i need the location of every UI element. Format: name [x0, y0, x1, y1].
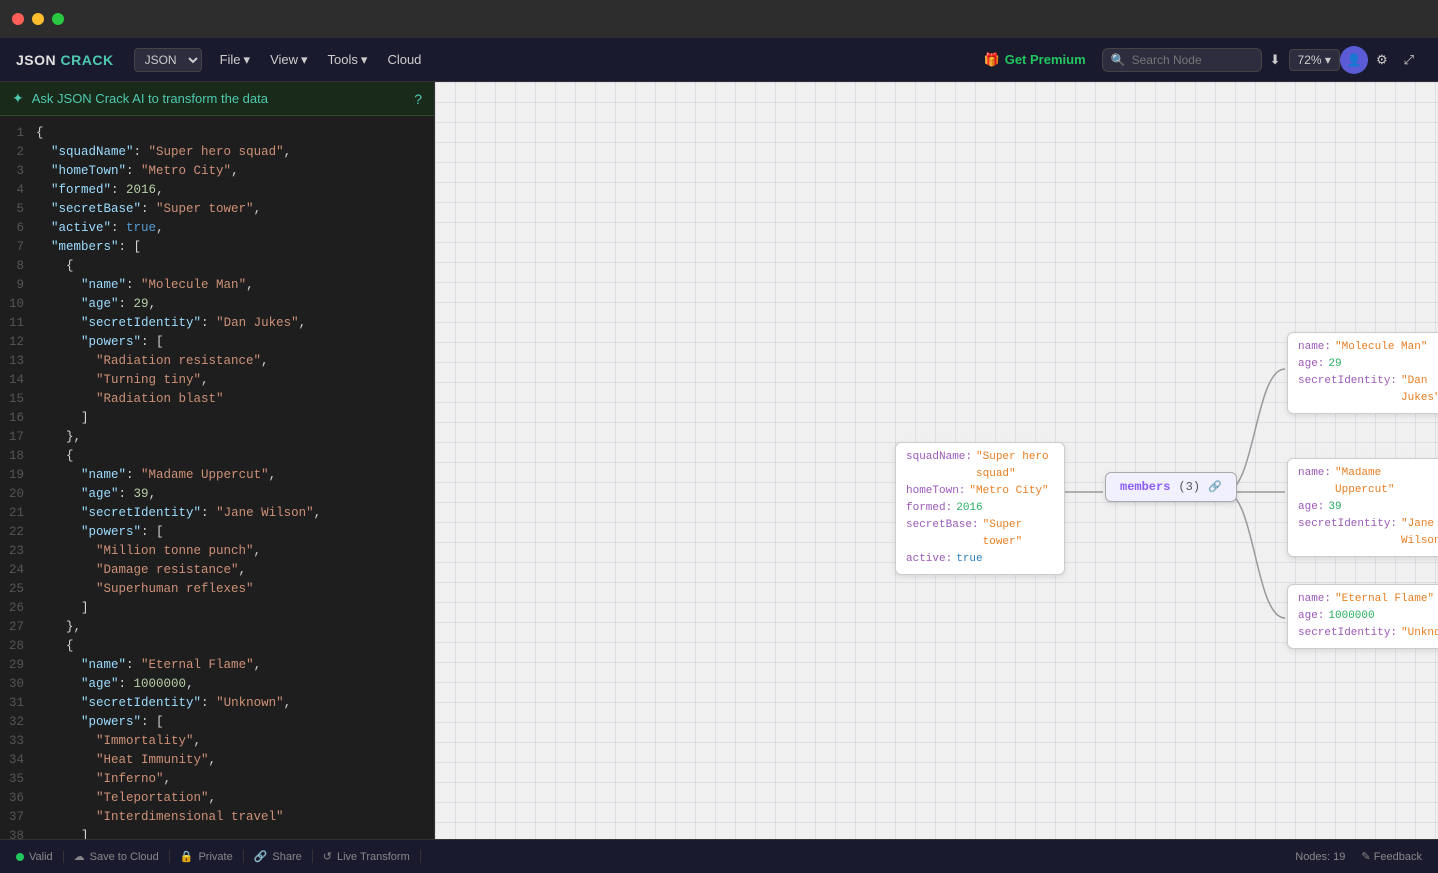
code-line: 30 "age": 1000000, [0, 675, 434, 694]
members-label: members [1120, 480, 1170, 494]
code-line: 31 "secretIdentity": "Unknown", [0, 694, 434, 713]
code-line: 26 ] [0, 599, 434, 618]
code-line: 3 "homeTown": "Metro City", [0, 162, 434, 181]
menubar: JSON CRACK JSON YAML TOML File ▾ View ▾ … [0, 38, 1438, 82]
format-select[interactable]: JSON YAML TOML [134, 48, 202, 72]
members-node[interactable]: members (3) 🔗 [1105, 472, 1237, 502]
live-transform-item[interactable]: ↺ Live Transform [313, 850, 421, 863]
code-line: 19 "name": "Madame Uppercut", [0, 466, 434, 485]
person-node-eternal-flame[interactable]: name: "Eternal Flame" age: 1000000 secre… [1287, 584, 1438, 649]
code-line: 15 "Radiation blast" [0, 390, 434, 409]
code-line: 37 "Interdimensional travel" [0, 808, 434, 827]
ai-help-icon[interactable]: ? [414, 91, 422, 107]
settings-button[interactable]: ⚙ [1368, 48, 1396, 72]
view-menu[interactable]: View ▾ [260, 48, 317, 72]
code-line: 21 "secretIdentity": "Jane Wilson", [0, 504, 434, 523]
code-line: 24 "Damage resistance", [0, 561, 434, 580]
members-link-icon[interactable]: 🔗 [1208, 480, 1222, 494]
valid-dot [16, 853, 24, 861]
ai-bar-text: Ask JSON Crack AI to transform the data [32, 91, 268, 106]
zoom-control[interactable]: 72% ▾ [1289, 49, 1340, 71]
cloud-menu[interactable]: Cloud [377, 48, 431, 71]
root-node[interactable]: squadName: "Super hero squad" homeTown: … [895, 442, 1065, 575]
get-premium-button[interactable]: 🎁 Get Premium [984, 52, 1086, 68]
code-line: 29 "name": "Eternal Flame", [0, 656, 434, 675]
code-line: 8 { [0, 257, 434, 276]
minimize-button[interactable] [32, 13, 44, 25]
code-line: 33 "Immortality", [0, 732, 434, 751]
code-line: 1 { [0, 124, 434, 143]
ai-bar[interactable]: ✦ Ask JSON Crack AI to transform the dat… [0, 82, 434, 116]
code-line: 9 "name": "Molecule Man", [0, 276, 434, 295]
user-avatar[interactable]: 👤 [1340, 46, 1368, 74]
code-line: 28 { [0, 637, 434, 656]
code-line: 34 "Heat Immunity", [0, 751, 434, 770]
tools-menu[interactable]: Tools ▾ [318, 48, 378, 72]
code-line: 20 "age": 39, [0, 485, 434, 504]
code-line: 7 "members": [ [0, 238, 434, 257]
code-line: 14 "Turning tiny", [0, 371, 434, 390]
code-line: 18 { [0, 447, 434, 466]
code-line: 22 "powers": [ [0, 523, 434, 542]
code-line: 17 }, [0, 428, 434, 447]
titlebar [0, 0, 1438, 38]
search-input[interactable] [1132, 53, 1253, 67]
code-line: 11 "secretIdentity": "Dan Jukes", [0, 314, 434, 333]
app-logo: JSON CRACK [16, 52, 114, 68]
search-icon: 🔍 [1111, 53, 1126, 67]
download-button[interactable]: ⬇ [1262, 48, 1289, 72]
members-count: (3) [1178, 480, 1200, 494]
private-item[interactable]: 🔒 Private [170, 850, 244, 863]
share-item[interactable]: 🔗 Share [244, 850, 313, 863]
statusbar: Valid ☁ Save to Cloud 🔒 Private 🔗 Share … [0, 839, 1438, 873]
editor-panel: ✦ Ask JSON Crack AI to transform the dat… [0, 82, 435, 839]
code-editor[interactable]: 1 { 2 "squadName": "Super hero squad", 3… [0, 116, 434, 839]
ai-icon: ✦ [12, 90, 24, 107]
file-menu[interactable]: File ▾ [210, 48, 260, 72]
close-button[interactable] [12, 13, 24, 25]
save-cloud-item[interactable]: ☁ Save to Cloud [64, 850, 170, 863]
valid-status: Valid [16, 851, 64, 863]
code-line: 12 "powers": [ [0, 333, 434, 352]
person-node-molecule-man[interactable]: name: "Molecule Man" age: 29 secretIdent… [1287, 332, 1438, 414]
code-line: 4 "formed": 2016, [0, 181, 434, 200]
code-line: 35 "Inferno", [0, 770, 434, 789]
code-line: 13 "Radiation resistance", [0, 352, 434, 371]
expand-button[interactable]: ⤢ [1396, 48, 1422, 72]
code-line: 38 ] [0, 827, 434, 839]
code-line: 2 "squadName": "Super hero squad", [0, 143, 434, 162]
main-content: ✦ Ask JSON Crack AI to transform the dat… [0, 82, 1438, 839]
search-box: 🔍 [1102, 48, 1262, 72]
maximize-button[interactable] [52, 13, 64, 25]
code-line: 10 "age": 29, [0, 295, 434, 314]
code-line: 36 "Teleportation", [0, 789, 434, 808]
code-line: 25 "Superhuman reflexes" [0, 580, 434, 599]
code-line: 27 }, [0, 618, 434, 637]
code-line: 5 "secretBase": "Super tower", [0, 200, 434, 219]
nodes-count: Nodes: 19 [1295, 851, 1345, 863]
code-line: 16 ] [0, 409, 434, 428]
root-node-body: squadName: "Super hero squad" homeTown: … [896, 443, 1064, 574]
feedback-button[interactable]: ✎ Feedback [1361, 850, 1422, 863]
code-line: 23 "Million tonne punch", [0, 542, 434, 561]
code-line: 32 "powers": [ [0, 713, 434, 732]
code-line: 6 "active": true, [0, 219, 434, 238]
person-node-madame-uppercut[interactable]: name: "Madame Uppercut" age: 39 secretId… [1287, 458, 1438, 557]
graph-panel[interactable]: squadName: "Super hero squad" homeTown: … [435, 82, 1438, 839]
